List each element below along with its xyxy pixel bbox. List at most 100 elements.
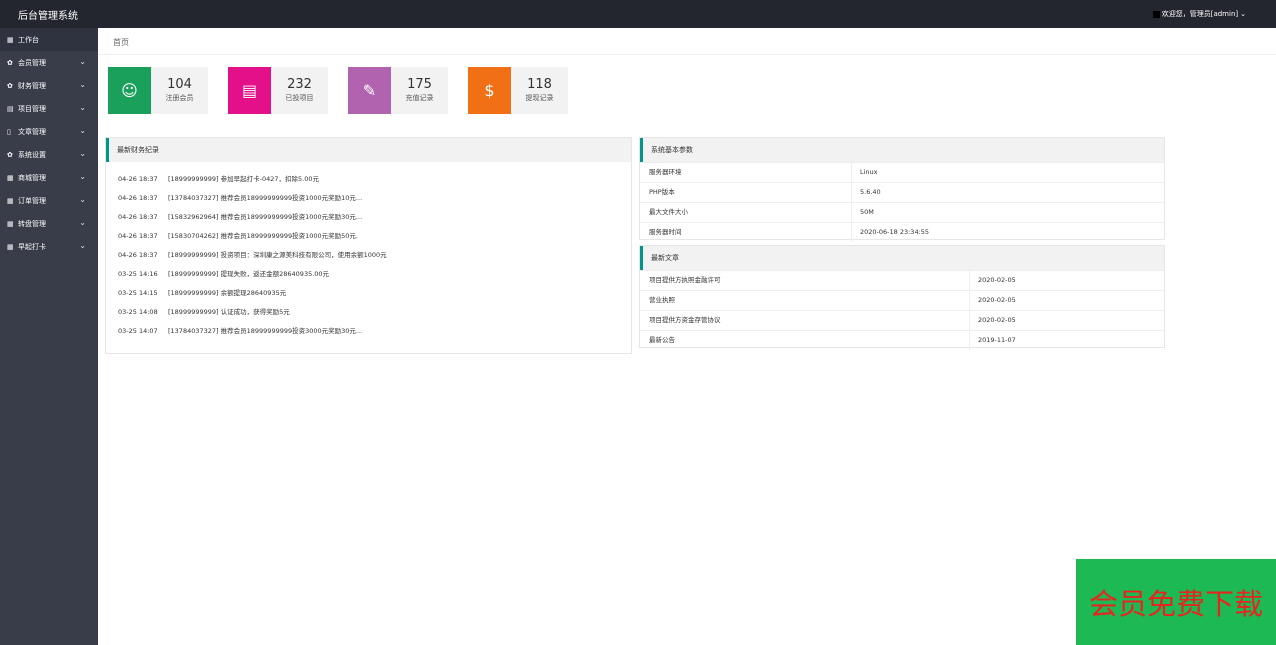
param-name: PHP版本	[640, 183, 852, 202]
sidebar-item[interactable]: ▤ 项目管理 ⌄	[0, 97, 98, 120]
welcome-text: 欢迎您，管理员[admin]	[1161, 10, 1239, 18]
chevron-down-icon: ⌄	[79, 57, 86, 66]
param-name: 最大文件大小	[640, 203, 852, 222]
chevron-down-icon: ⌄	[79, 126, 86, 135]
sidebar-item-label: 早起打卡	[18, 242, 46, 251]
sidebar-item-label: 商城管理	[18, 173, 46, 182]
sidebar-item-label: 会员管理	[18, 58, 46, 67]
chevron-down-icon: ⌄	[79, 241, 86, 250]
finance-panel: 最新财务纪录 04-26 18:37 [18999999999] 参加早起打卡-0…	[105, 137, 632, 354]
list-item: 03-25 14:15 [18999999999] 余额提现28640935元	[118, 287, 631, 306]
record-text: [18999999999] 投资项目：深圳康之源美科技有限公司，使用余额1000…	[168, 251, 387, 259]
param-name: 服务器时间	[640, 223, 852, 242]
param-value: 2020-06-18 23:34:55	[860, 228, 930, 236]
user-icon: ☺	[108, 67, 151, 114]
grid-icon: ▦	[7, 173, 14, 182]
article-date: 2020-02-05	[978, 276, 1016, 284]
breadcrumb: 首页	[98, 28, 1276, 55]
article-title: 项目提供方执照金融许可	[640, 271, 970, 290]
list-item: 04-26 18:37 [18999999999] 参加早起打卡-0427，扣除5…	[118, 173, 631, 192]
chevron-down-icon: ⌄	[79, 80, 86, 89]
list-item: 03-25 14:08 [18999999999] 认证成功，获得奖励5元	[118, 306, 631, 325]
sidebar-item-label: 财务管理	[18, 81, 46, 90]
list-icon: ▤	[7, 104, 14, 113]
stat-card[interactable]: ☺ 104 注册会员	[108, 67, 208, 114]
param-value: Linux	[860, 168, 878, 176]
record-time: 04-26 18:37	[118, 232, 158, 240]
sidebar-item[interactable]: ✿ 会员管理 ⌄	[0, 51, 98, 74]
sidebar-item[interactable]: ▦ 工作台	[0, 28, 98, 51]
document-icon: ▯	[7, 127, 11, 136]
grid-icon: ▦	[7, 196, 14, 205]
table-row[interactable]: 最新公告 2019-11-07	[640, 330, 1164, 350]
sidebar-item[interactable]: ▦ 商城管理 ⌄	[0, 166, 98, 189]
article-date: 2020-02-05	[978, 316, 1016, 324]
article-title: 项目提供方资金存管协议	[640, 311, 970, 330]
clipboard-icon: ▤	[228, 67, 271, 114]
table-row[interactable]: 项目提供方执照金融许可 2020-02-05	[640, 270, 1164, 290]
record-text: [18999999999] 提现失败，返还金额28640935.00元	[168, 270, 330, 278]
chevron-down-icon: ⌄	[1240, 10, 1246, 18]
chevron-down-icon: ⌄	[79, 103, 86, 112]
stat-value: 175	[407, 77, 432, 92]
edit-icon: ✎	[348, 67, 391, 114]
user-menu[interactable]: 欢迎您，管理员[admin] ⌄	[1152, 9, 1246, 19]
gear-icon: ✿	[7, 58, 13, 67]
table-row[interactable]: 项目提供方资金存管协议 2020-02-05	[640, 310, 1164, 330]
sidebar-item[interactable]: ✿ 财务管理 ⌄	[0, 74, 98, 97]
list-item: 03-25 14:07 [13784037327] 推荐会员18999999999…	[118, 325, 631, 344]
record-text: [15830704262] 推荐会员18999999999投资1000元奖励50…	[168, 232, 358, 240]
stat-card[interactable]: ✎ 175 充值记录	[348, 67, 448, 114]
record-time: 04-26 18:37	[118, 213, 158, 221]
system-panel-title: 系统基本参数	[640, 138, 1164, 162]
sidebar-item[interactable]: ▦ 早起打卡 ⌄	[0, 235, 98, 258]
record-text: [18999999999] 余额提现28640935元	[168, 289, 287, 297]
stat-value: 232	[287, 77, 312, 92]
sidebar-item-label: 项目管理	[18, 104, 46, 113]
top-bar: 后台管理系统 欢迎您，管理员[admin] ⌄	[0, 0, 1276, 28]
table-row[interactable]: 营业执照 2020-02-05	[640, 290, 1164, 310]
sidebar-item-label: 文章管理	[18, 127, 46, 136]
money-bag-icon: $	[468, 67, 511, 114]
article-title: 最新公告	[640, 331, 970, 350]
stat-card[interactable]: $118 提现记录	[468, 67, 568, 114]
article-date: 2019-11-07	[978, 336, 1016, 344]
articles-panel: 最新文章 项目提供方执照金融许可 2020-02-05 营业执照 2020-02-05…	[639, 245, 1165, 350]
stat-card[interactable]: ▤ 232 已投项目	[228, 67, 328, 114]
table-row: 最大文件大小 50M	[640, 202, 1164, 222]
sidebar-item-label: 系统设置	[18, 150, 46, 159]
sidebar-item[interactable]: ✿ 系统设置 ⌄	[0, 143, 98, 166]
stat-label: 提现记录	[525, 94, 554, 102]
breadcrumb-home[interactable]: 首页	[113, 37, 129, 48]
article-title: 营业执照	[640, 291, 970, 310]
stat-value: 104	[167, 77, 192, 92]
article-date: 2020-02-05	[978, 296, 1016, 304]
chevron-down-icon: ⌄	[79, 149, 86, 158]
record-text: [18999999999] 参加早起打卡-0427，扣除5.00元	[168, 175, 319, 183]
sidebar-item[interactable]: ▯ 文章管理 ⌄	[0, 120, 98, 143]
chevron-down-icon: ⌄	[79, 172, 86, 181]
finance-list: 04-26 18:37 [18999999999] 参加早起打卡-0427，扣除5…	[106, 162, 631, 344]
stat-label: 已投项目	[285, 94, 314, 102]
sidebar-item-label: 转盘管理	[18, 219, 46, 228]
grid-icon: ▦	[7, 219, 14, 228]
record-text: [15832962964] 推荐会员18999999999投资1000元奖励30…	[168, 213, 363, 221]
articles-panel-title: 最新文章	[640, 246, 1164, 270]
record-time: 03-25 14:07	[118, 327, 158, 335]
sidebar-item[interactable]: ▦ 订单管理 ⌄	[0, 189, 98, 212]
record-time: 03-25 14:08	[118, 308, 158, 316]
gear-icon: ✿	[7, 150, 13, 159]
brand-title: 后台管理系统	[18, 11, 78, 22]
list-item: 04-26 18:37 [18999999999] 投资项目：深圳康之源美科技有限…	[118, 249, 631, 268]
record-text: [13784037327] 推荐会员18999999999投资3000元奖励30…	[168, 327, 363, 335]
param-value: 50M	[860, 208, 874, 216]
sidebar-item[interactable]: ▦ 转盘管理 ⌄	[0, 212, 98, 235]
list-item: 04-26 18:37 [15830704262] 推荐会员18999999999…	[118, 230, 631, 249]
table-row: 服务器时间 2020-06-18 23:34:55	[640, 222, 1164, 242]
promo-banner[interactable]: 会员免费下载	[1076, 559, 1276, 645]
stat-label: 充值记录	[405, 94, 434, 102]
record-time: 04-26 18:37	[118, 251, 158, 259]
list-item: 03-25 14:16 [18999999999] 提现失败，返还金额286409…	[118, 268, 631, 287]
param-value: 5.6.40	[860, 188, 881, 196]
finance-panel-title: 最新财务纪录	[106, 138, 631, 162]
